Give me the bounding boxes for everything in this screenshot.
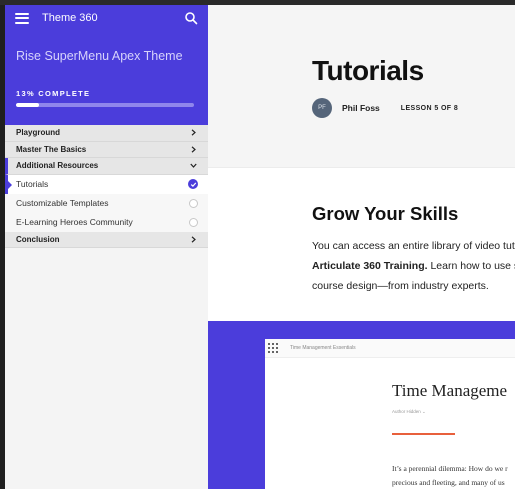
preview-divider: [392, 433, 455, 435]
chevron-right-icon: [191, 129, 196, 136]
lesson-header: Tutorials PF Phil Foss LESSON 5 OF 8: [208, 5, 515, 168]
image-band: Time Management Essentials Time Manageme…: [208, 321, 515, 489]
check-complete-icon: [188, 179, 198, 189]
preview-title: Time Manageme: [392, 381, 508, 400]
app-title: Theme 360: [42, 12, 98, 24]
body-text-line: Articulate 360 Training. Learn how to us…: [312, 256, 515, 276]
progress-bar: [16, 103, 194, 107]
author-name: Phil Foss: [342, 103, 380, 113]
course-menu: Playground Master The Basics Additional …: [5, 125, 208, 248]
hamburger-menu-icon[interactable]: [15, 12, 29, 24]
preview-text: It’s a perennial dilemma: How do we r pr…: [392, 464, 508, 487]
incomplete-circle-icon: [189, 198, 198, 208]
progress-bar-fill: [16, 103, 40, 107]
sidebar: Theme 360 Rise SuperMenu Apex Theme 13% …: [5, 5, 208, 489]
course-title: Rise SuperMenu Apex Theme: [16, 49, 183, 63]
section-label: Playground: [16, 128, 61, 138]
sidebar-topbar: Theme 360: [5, 5, 208, 31]
body-text-line: You can access an entire library of vide…: [312, 240, 515, 252]
grid-menu-icon: [268, 343, 278, 353]
section-master-the-basics[interactable]: Master The Basics: [5, 141, 208, 158]
lesson-title: Tutorials: [312, 55, 424, 86]
lesson-meta: PF Phil Foss LESSON 5 OF 8: [312, 98, 458, 118]
preview-author: Author Hidden ⌄: [392, 409, 426, 414]
chevron-down-icon: [190, 163, 197, 169]
incomplete-circle-icon: [189, 217, 198, 227]
body-text: Learn how to use sp: [430, 260, 515, 272]
progress-label: 13% COMPLETE: [16, 89, 91, 98]
section-label: Master The Basics: [16, 144, 87, 154]
lesson-label: E-Learning Heroes Community: [16, 217, 133, 227]
avatar: PF: [312, 98, 332, 118]
course-preview-image: Time Management Essentials Time Manageme…: [265, 339, 515, 489]
section-label: Additional Resources: [16, 161, 99, 171]
lesson-content: Tutorials PF Phil Foss LESSON 5 OF 8 Gro…: [208, 5, 515, 489]
lesson-item-customizable-templates[interactable]: Customizable Templates: [5, 193, 208, 213]
lesson-body: Grow Your Skills You can access an entir…: [312, 203, 515, 296]
preview-course-title: Time Management Essentials: [290, 345, 356, 351]
section-heading: Grow Your Skills: [312, 203, 459, 224]
chevron-right-icon: [191, 236, 196, 243]
lesson-count: LESSON 5 OF 8: [400, 104, 459, 112]
lesson-item-e-learning-heroes-community[interactable]: E-Learning Heroes Community: [5, 212, 208, 232]
chevron-right-icon: [191, 146, 196, 153]
lesson-label: Customizable Templates: [16, 198, 109, 208]
body-text-line: course design—from industry experts.: [312, 280, 489, 292]
section-conclusion[interactable]: Conclusion: [5, 231, 208, 248]
section-additional-resources[interactable]: Additional Resources: [5, 158, 208, 175]
search-icon[interactable]: [184, 11, 198, 25]
section-label: Conclusion: [16, 234, 60, 244]
section-playground[interactable]: Playground: [5, 125, 208, 142]
preview-topbar: Time Management Essentials: [265, 339, 515, 358]
lesson-item-tutorials[interactable]: Tutorials: [5, 174, 208, 194]
bold-text: Articulate 360 Training.: [312, 260, 428, 272]
lesson-label: Tutorials: [16, 179, 49, 189]
sidebar-header: Theme 360 Rise SuperMenu Apex Theme 13% …: [5, 5, 208, 125]
